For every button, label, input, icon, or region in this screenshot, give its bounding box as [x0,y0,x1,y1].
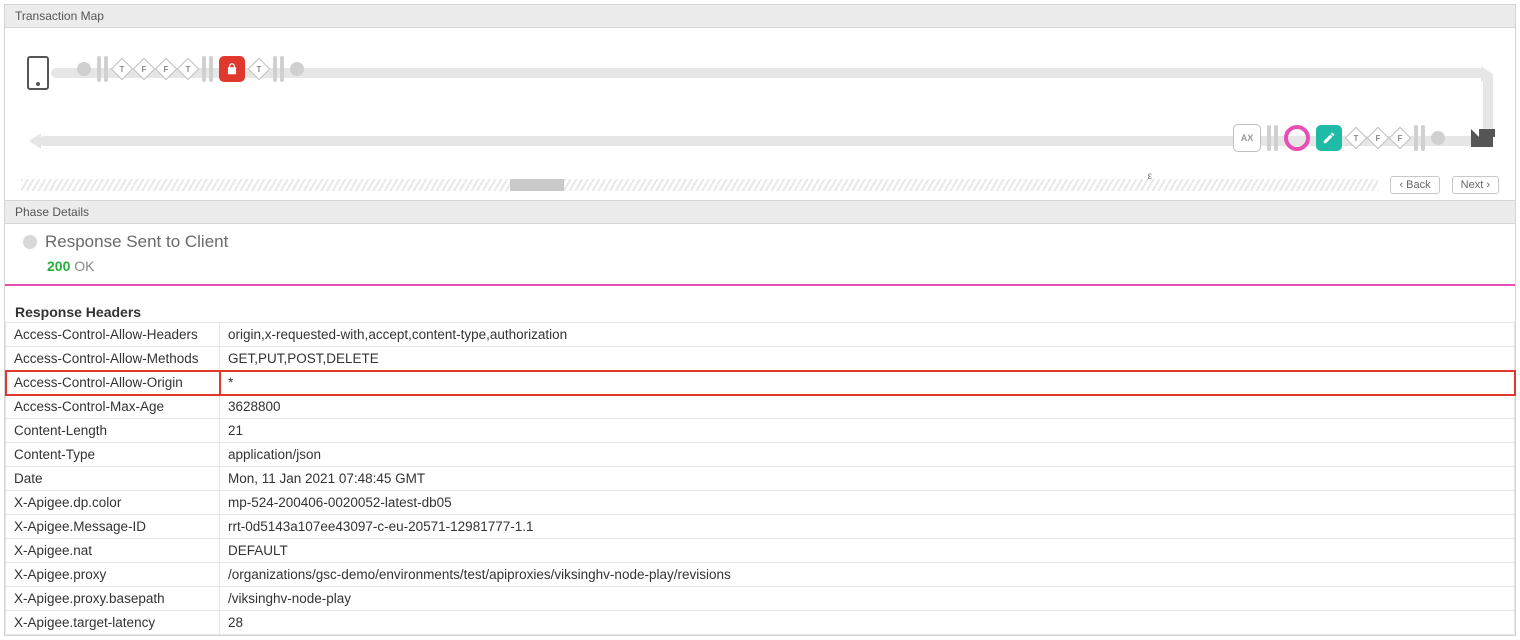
target-node[interactable]: AX T F F [1233,124,1493,152]
table-row: X-Apigee.natDEFAULT [6,539,1515,563]
header-value: 21 [220,419,1515,443]
header-value: application/json [220,443,1515,467]
flow-dot [77,62,91,76]
table-row: X-Apigee.proxy.basepath/viksinghv-node-p… [6,587,1515,611]
next-label: Next [1461,179,1484,191]
transaction-map-title: Transaction Map [5,5,1515,28]
header-key: X-Apigee.dp.color [6,491,220,515]
table-row: DateMon, 11 Jan 2021 07:48:45 GMT [6,467,1515,491]
transaction-map-body: T F F T T AX T F F [5,28,1515,200]
header-value: rrt-0d5143a107ee43097-c-eu-20571-1298177… [220,515,1515,539]
table-row: Access-Control-Max-Age3628800 [6,395,1515,419]
ring-icon[interactable] [1284,125,1310,151]
transaction-map-panel: Transaction Map T F F T T [4,4,1516,636]
header-key: Access-Control-Allow-Methods [6,347,220,371]
phase-details-title: Phase Details [5,200,1515,224]
timeline-track[interactable]: ε [21,179,1378,191]
response-headers-table: Access-Control-Allow-Headersorigin,x-req… [5,322,1515,635]
diamond-label: T [186,64,191,73]
table-row: X-Apigee.Message-IDrrt-0d5143a107ee43097… [6,515,1515,539]
condition-diamond[interactable]: F [1389,127,1412,150]
diamond-label: T [257,64,262,73]
table-row: Access-Control-Allow-Headersorigin,x-req… [6,323,1515,347]
header-value: GET,PUT,POST,DELETE [220,347,1515,371]
condition-diamond[interactable]: T [1345,127,1368,150]
header-key: X-Apigee.proxy [6,563,220,587]
diamond-label: F [164,64,169,73]
condition-diamond[interactable]: F [133,58,156,81]
status-code: 200 [47,258,70,274]
header-key: Content-Length [6,419,220,443]
flow-bars-icon [273,56,284,82]
table-row: Access-Control-Allow-Origin* [6,371,1515,395]
diamond-label: T [1354,133,1359,142]
transaction-flow: T F F T T AX T F F [21,44,1499,164]
flow-bars-icon [1267,125,1278,151]
back-label: Back [1406,179,1430,191]
header-key: Content-Type [6,443,220,467]
header-key: Access-Control-Max-Age [6,395,220,419]
timeline-row: ε ‹ Back Next › [21,176,1499,194]
condition-diamond[interactable]: T [248,58,271,81]
header-key: X-Apigee.proxy.basepath [6,587,220,611]
table-row: X-Apigee.target-latency28 [6,611,1515,635]
diamond-label: F [1376,133,1381,142]
proxy-pre-group[interactable]: TFFT T [77,56,304,82]
client-node[interactable] [27,56,49,90]
condition-diamond[interactable]: F [1367,127,1390,150]
header-key: Access-Control-Allow-Headers [6,323,220,347]
condition-diamond-group: TFF [1348,130,1408,146]
header-value: 28 [220,611,1515,635]
header-value: DEFAULT [220,539,1515,563]
flow-bars-icon [202,56,213,82]
back-button[interactable]: ‹ Back [1390,176,1439,194]
response-arrow-icon [29,133,41,149]
factory-icon [1471,129,1493,147]
table-row: X-Apigee.proxy/organizations/gsc-demo/en… [6,563,1515,587]
status-text: OK [74,258,94,274]
table-row: X-Apigee.dp.colormp-524-200406-0020052-l… [6,491,1515,515]
phase-status: 200 OK [47,258,1505,274]
diamond-label: T [120,64,125,73]
response-headers-title: Response Headers [15,304,1515,320]
flow-dot [290,62,304,76]
header-value: 3628800 [220,395,1515,419]
phase-details-body: Response Sent to Client 200 OK [5,224,1515,286]
phone-icon [27,56,49,90]
header-key: Date [6,467,220,491]
timeline-segment [510,179,564,191]
flow-bars-icon [97,56,108,82]
flow-bars-icon [1414,125,1425,151]
condition-diamond[interactable]: T [111,58,134,81]
condition-diamond[interactable]: F [155,58,178,81]
header-value: /organizations/gsc-demo/environments/tes… [220,563,1515,587]
header-key: X-Apigee.target-latency [6,611,220,635]
table-row: Content-Length21 [6,419,1515,443]
lock-icon[interactable] [219,56,245,82]
diamond-label: F [1398,133,1403,142]
header-key: Access-Control-Allow-Origin [6,371,220,395]
header-key: X-Apigee.Message-ID [6,515,220,539]
header-key: X-Apigee.nat [6,539,220,563]
phase-name: Response Sent to Client [45,232,228,252]
condition-diamond-group: TFFT [114,61,196,77]
table-row: Access-Control-Allow-MethodsGET,PUT,POST… [6,347,1515,371]
header-value: Mon, 11 Jan 2021 07:48:45 GMT [220,467,1515,491]
edit-icon[interactable] [1316,125,1342,151]
table-row: Content-Typeapplication/json [6,443,1515,467]
header-value: origin,x-requested-with,accept,content-t… [220,323,1515,347]
diamond-label: F [142,64,147,73]
ax-policy[interactable]: AX [1233,124,1261,152]
timeline-marker: ε [1148,171,1152,182]
condition-diamond[interactable]: T [177,58,200,81]
next-button[interactable]: Next › [1452,176,1499,194]
phase-dot-icon [23,235,37,249]
flow-dot [1431,131,1445,145]
header-value: * [220,371,1515,395]
header-value: mp-524-200406-0020052-latest-db05 [220,491,1515,515]
phase-title-row: Response Sent to Client [23,232,1505,252]
header-value: /viksinghv-node-play [220,587,1515,611]
